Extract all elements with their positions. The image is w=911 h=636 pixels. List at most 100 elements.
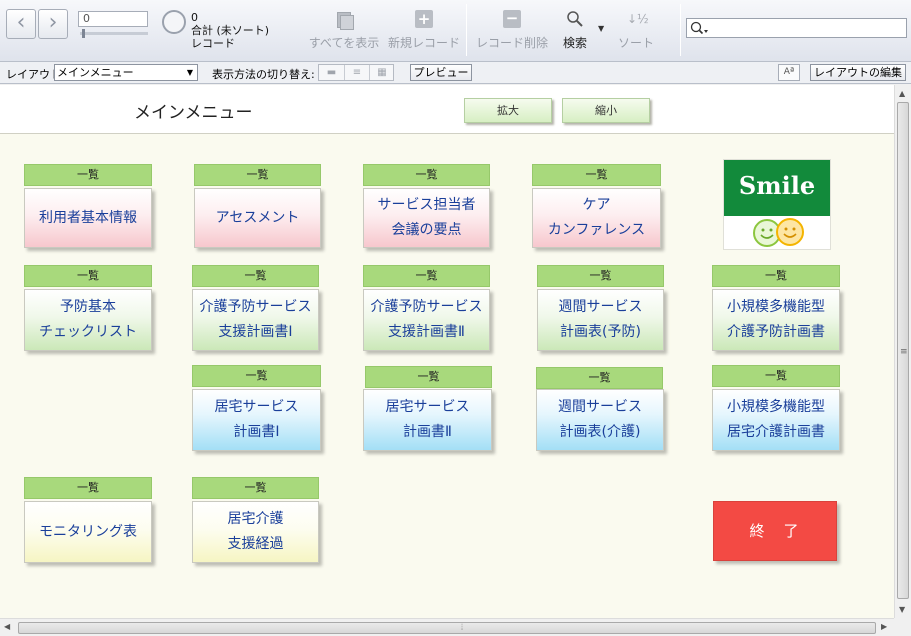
zoom-in-button[interactable]: 拡大 <box>464 98 552 123</box>
show-all-label: すべてを表示 <box>308 36 380 50</box>
list-button-kyotaku-2[interactable]: 一覧 <box>365 366 492 388</box>
list-button-kyotaku-keika[interactable]: 一覧 <box>192 477 319 499</box>
menu-button-monitoring[interactable]: モニタリング表 <box>24 501 152 563</box>
layout-bar: レイアウト: メインメニュー ▼ 表示方法の切り替え: ▬ ≡ ▦ プレビュー … <box>0 62 911 84</box>
menu-button-yobou-checklist[interactable]: 予防基本 チェックリスト <box>24 289 152 351</box>
menu-button-weekly-yobou[interactable]: 週間サービス 計画表(予防) <box>537 289 664 351</box>
toolbar-divider <box>466 4 467 56</box>
found-set-pie-icon <box>162 10 186 34</box>
grip-icon: ≡ <box>900 347 908 357</box>
list-button-monitoring[interactable]: 一覧 <box>24 477 152 499</box>
menu-button-label: 週間サービス <box>558 299 643 315</box>
list-button-service-meeting[interactable]: 一覧 <box>363 164 490 186</box>
horizontal-scroll-thumb[interactable]: ⦙ <box>18 622 876 634</box>
search-button[interactable]: 検索 <box>558 10 592 51</box>
menu-button-shoukibo-kyotaku[interactable]: 小規模多機能型 居宅介護計画書 <box>712 389 840 451</box>
menu-button-kyotaku-2[interactable]: 居宅サービス 計画書Ⅱ <box>363 389 492 451</box>
menu-button-label: 計画書Ⅰ <box>233 424 280 440</box>
menu-button-care-conference[interactable]: ケア カンファレンス <box>532 188 661 248</box>
form-view-icon: ▬ <box>326 67 337 78</box>
list-button-shoukibo-yobou[interactable]: 一覧 <box>712 265 840 287</box>
vertical-scroll-thumb[interactable]: ≡ <box>897 102 909 599</box>
record-slider[interactable] <box>80 32 148 35</box>
list-view-button[interactable]: ≡ <box>344 65 369 80</box>
header-band: メインメニュー 拡大 縮小 <box>0 85 894 134</box>
vertical-scrollbar[interactable]: ▲ ≡ ▼ <box>894 85 911 618</box>
search-dropdown-arrow-icon[interactable]: ▼ <box>598 24 604 33</box>
menu-button-service-meeting[interactable]: サービス担当者 会議の要点 <box>363 188 490 248</box>
menu-button-weekly-kaigo[interactable]: 週間サービス 計画表(介護) <box>536 389 664 451</box>
menu-button-label: 支援計画書Ⅰ <box>218 324 293 340</box>
list-button-care-conference[interactable]: 一覧 <box>532 164 661 186</box>
menu-button-label: モニタリング表 <box>39 523 137 540</box>
list-button-weekly-kaigo[interactable]: 一覧 <box>536 367 663 389</box>
chevron-left-icon: ‹ <box>16 10 26 35</box>
table-view-button[interactable]: ▦ <box>369 65 394 80</box>
grip-icon: ⦙ <box>461 623 464 633</box>
scroll-up-arrow-icon[interactable]: ▲ <box>899 89 905 98</box>
minus-icon: − <box>503 10 521 28</box>
menu-button-kaigo-yobou-2[interactable]: 介護予防サービス 支援計画書Ⅱ <box>363 289 490 351</box>
menu-button-kyotaku-1[interactable]: 居宅サービス 計画書Ⅰ <box>192 389 321 451</box>
layout-content: メインメニュー 拡大 縮小 一覧 利用者基本情報 一覧 アセスメント 一覧 サー… <box>0 85 894 618</box>
sort-button[interactable]: ↓½ ソート <box>616 10 656 51</box>
menu-button-label: 居宅サービス <box>214 399 299 415</box>
menu-button-riyousha[interactable]: 利用者基本情報 <box>24 188 152 248</box>
menu-button-assessment[interactable]: アセスメント <box>194 188 321 248</box>
plus-icon: + <box>415 10 433 28</box>
quick-find-box[interactable] <box>686 18 907 38</box>
menu-button-label: サービス担当者 <box>377 197 476 213</box>
menu-button-label: 介護予防サービス <box>199 299 312 315</box>
next-record-button[interactable]: › <box>38 9 68 39</box>
list-button-shoukibo-kyotaku[interactable]: 一覧 <box>712 365 840 387</box>
menu-button-label: 介護予防サービス <box>370 299 483 315</box>
record-word: レコード <box>191 37 235 50</box>
quick-find-input[interactable] <box>709 19 905 37</box>
scroll-right-arrow-icon[interactable]: ▶ <box>881 622 887 631</box>
record-slider-handle[interactable] <box>82 29 85 38</box>
search-label: 検索 <box>562 36 587 50</box>
menu-button-label: 計画表(介護) <box>559 424 641 440</box>
magnifier-icon[interactable] <box>689 20 709 36</box>
list-button-yobou-checklist[interactable]: 一覧 <box>24 265 152 287</box>
menu-button-kyotaku-keika[interactable]: 居宅介護 支援経過 <box>192 501 319 563</box>
list-button-weekly-yobou[interactable]: 一覧 <box>537 265 664 287</box>
page-title: メインメニュー <box>134 103 253 123</box>
list-button-kyotaku-1[interactable]: 一覧 <box>192 365 321 387</box>
text-format-button[interactable]: Aª <box>778 64 800 81</box>
menu-button-label: 計画表(予防) <box>560 324 641 340</box>
scroll-down-arrow-icon[interactable]: ▼ <box>899 605 905 614</box>
delete-record-button[interactable]: − レコード削除 <box>474 10 550 51</box>
show-all-button[interactable]: すべてを表示 <box>306 10 382 51</box>
toolbar-divider <box>680 4 681 56</box>
list-button-kaigo-yobou-2[interactable]: 一覧 <box>363 265 490 287</box>
sort-icon: ↓½ <box>627 12 649 26</box>
view-as-group: ▬ ≡ ▦ <box>318 64 394 81</box>
edit-layout-button[interactable]: レイアウトの編集 <box>810 64 906 81</box>
menu-button-kaigo-yobou-1[interactable]: 介護予防サービス 支援計画書Ⅰ <box>192 289 319 351</box>
delete-record-label: レコード削除 <box>475 36 548 50</box>
list-button-kaigo-yobou-1[interactable]: 一覧 <box>192 265 319 287</box>
form-view-button[interactable]: ▬ <box>319 65 344 80</box>
scroll-left-arrow-icon[interactable]: ◀ <box>4 622 10 631</box>
previous-record-button[interactable]: ‹ <box>6 9 36 39</box>
exit-button[interactable]: 終 了 <box>713 501 837 561</box>
found-status: 合計 (未ソート) <box>191 24 270 37</box>
menu-button-label: 居宅介護 <box>227 511 284 527</box>
new-record-label: 新規レコード <box>387 36 460 50</box>
current-record-field[interactable]: 0 <box>78 11 148 27</box>
preview-button[interactable]: プレビュー <box>410 64 472 81</box>
zoom-out-button[interactable]: 縮小 <box>562 98 650 123</box>
menu-button-label: 小規模多機能型 <box>727 299 825 315</box>
horizontal-scrollbar[interactable]: ◀ ⦙ ▶ <box>0 618 911 636</box>
list-button-assessment[interactable]: 一覧 <box>194 164 321 186</box>
menu-button-label: 介護予防計画書 <box>727 324 825 340</box>
menu-button-shoukibo-yobou[interactable]: 小規模多機能型 介護予防計画書 <box>712 289 840 351</box>
table-view-icon: ▦ <box>377 67 387 78</box>
list-button-riyousha[interactable]: 一覧 <box>24 164 152 186</box>
sort-label: ソート <box>617 36 654 50</box>
layout-select[interactable]: メインメニュー ▼ <box>54 64 198 81</box>
new-record-button[interactable]: + 新規レコード <box>386 10 462 51</box>
menu-button-label: 支援計画書Ⅱ <box>388 324 465 340</box>
menu-button-label: 居宅介護計画書 <box>727 424 825 440</box>
